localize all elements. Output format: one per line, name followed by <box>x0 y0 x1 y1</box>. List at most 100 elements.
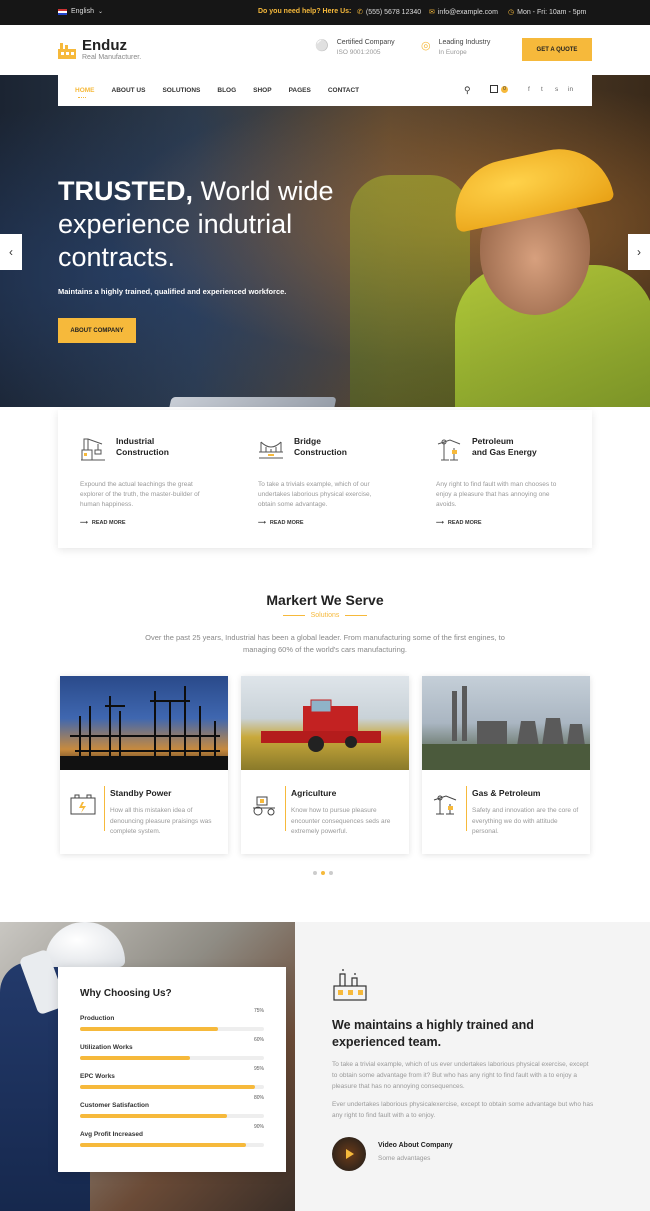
twitter-icon[interactable]: t <box>541 86 543 93</box>
skype-icon[interactable]: s <box>555 86 558 93</box>
top-bar: English ⌄ Do you need help? Here Us: ✆ (… <box>0 0 650 25</box>
feature-petroleum: Petroleum and Gas Energy Any right to fin… <box>414 410 592 548</box>
read-more-label: READ MORE <box>91 520 126 526</box>
video-title[interactable]: Video About Company <box>378 1142 453 1149</box>
feature-title-line2: and Gas Energy <box>472 447 537 457</box>
bridge-icon <box>259 441 283 459</box>
mail-icon: ✉ <box>429 9 435 16</box>
skill-fill <box>80 1085 255 1089</box>
nav-about[interactable]: ABOUT US <box>112 87 146 94</box>
power-plant-silhouette <box>60 686 228 770</box>
chevron-left-icon: ‹ <box>9 245 13 259</box>
hours-text: Mon - Fri: 10am - 5pm <box>517 8 587 16</box>
feature-title-line2: Construction <box>116 447 169 457</box>
clock-icon: ◷ <box>508 9 515 16</box>
oil-pump-icon <box>433 795 457 815</box>
read-more-label: READ MORE <box>447 520 482 526</box>
card-divider <box>104 786 105 831</box>
feature-desc: Expound the actual teachings the great e… <box>80 481 200 508</box>
skill-label: Production <box>80 1015 115 1022</box>
email-address: info@example.com <box>437 8 498 16</box>
video-play-button[interactable] <box>332 1137 366 1171</box>
skill-percent: 95% <box>253 1066 264 1072</box>
phone-icon: ✆ <box>357 9 363 16</box>
skill-label: Avg Profit Increased <box>80 1131 143 1138</box>
about-company-button[interactable]: ABOUT COMPANY <box>58 318 136 343</box>
card-image-power-plant <box>60 676 228 770</box>
email-info[interactable]: ✉ info@example.com <box>429 8 498 17</box>
market-card-agriculture[interactable]: Agriculture Know how to pursue pleasure … <box>241 676 409 854</box>
nav-blog[interactable]: BLOG <box>217 87 236 94</box>
skill-fill <box>80 1056 191 1060</box>
read-more-link[interactable]: ⟶ READ MORE <box>80 520 126 526</box>
cart-icon[interactable] <box>490 85 498 93</box>
skill-percent: 80% <box>253 1095 264 1101</box>
card-title: Gas & Petroleum <box>472 788 541 798</box>
skill-fill <box>80 1114 228 1118</box>
language-selector[interactable]: English ⌄ <box>58 8 103 15</box>
header-info-leading: ◎ Leading Industry In Europe <box>421 39 490 56</box>
chevron-down-icon: ⌄ <box>97 9 103 15</box>
why-choosing-box: Why Choosing Us? Production 75% Utilizati… <box>58 967 286 1172</box>
feature-desc: To take a trivials example, which of our… <box>258 481 372 508</box>
facebook-icon[interactable]: f <box>528 86 530 93</box>
get-quote-button[interactable]: GET A QUOTE <box>522 38 592 61</box>
search-icon[interactable]: ⚲ <box>464 85 471 96</box>
header-info-certified: ⚪ Certified Company ISO 9001:2005 <box>315 39 395 56</box>
feature-title-line1: Bridge <box>294 436 321 446</box>
skill-fill <box>80 1027 218 1031</box>
carousel-dot[interactable] <box>329 871 333 875</box>
about-paragraph-2: Ever undertakes laborious physicalexerci… <box>332 1101 594 1119</box>
card-divider <box>466 786 467 831</box>
flag-icon <box>58 8 67 15</box>
nav-shop[interactable]: SHOP <box>253 87 271 94</box>
info-sub: In Europe <box>438 49 467 56</box>
hero-title-bold: TRUSTED, <box>58 176 193 206</box>
nav-home[interactable]: HOME <box>75 87 95 98</box>
arrow-right-icon: ⟶ <box>436 520 444 526</box>
about-title: We maintains a highly trained and experi… <box>332 1018 534 1049</box>
feature-title-line2: Construction <box>294 447 347 457</box>
skill-label: Customer Satisfaction <box>80 1102 149 1109</box>
harvester-silhouette <box>261 699 381 752</box>
hours-info: ◷ Mon - Fri: 10am - 5pm <box>508 8 587 17</box>
carousel-dot[interactable] <box>313 871 317 875</box>
skill-bar-satisfaction: Customer Satisfaction 80% <box>80 1095 264 1118</box>
video-subtitle: Some advantages <box>378 1155 431 1162</box>
info-title: Leading Industry <box>438 39 491 46</box>
market-section-desc: Over the past 25 years, Industrial has b… <box>145 633 505 654</box>
market-card-gas-petroleum[interactable]: Gas & Petroleum Safety and innovation ar… <box>422 676 590 854</box>
linkedin-icon[interactable]: in <box>568 86 573 93</box>
oil-pump-icon <box>437 439 461 461</box>
skill-percent: 90% <box>253 1124 264 1130</box>
brand-name[interactable]: Enduz <box>82 37 127 54</box>
read-more-link[interactable]: ⟶ READ MORE <box>258 520 304 526</box>
market-section-subtitle: Solutions <box>0 612 650 619</box>
market-section-title: Markert We Serve <box>266 592 384 608</box>
brand-tagline: Real Manufacturer. <box>82 54 142 61</box>
main-nav: HOME ABOUT US SOLUTIONS BLOG SHOP PAGES … <box>58 75 592 106</box>
phone-info[interactable]: ✆ (555) 5678 12340 <box>357 8 421 17</box>
factory-logo-icon[interactable] <box>58 41 76 59</box>
badge-icon: ⚪ <box>315 40 329 52</box>
carousel-dot-active[interactable] <box>321 871 325 875</box>
skill-fill <box>80 1143 246 1147</box>
slider-next-arrow[interactable]: › <box>628 234 650 270</box>
carousel-dots[interactable] <box>313 871 333 875</box>
skill-label: EPC Works <box>80 1073 115 1080</box>
nav-solutions[interactable]: SOLUTIONS <box>162 87 200 94</box>
hero-title: TRUSTED, World wide experience indutrial… <box>58 175 368 274</box>
skill-label: Utilization Works <box>80 1044 133 1051</box>
arrow-right-icon: ⟶ <box>258 520 266 526</box>
read-more-label: READ MORE <box>269 520 304 526</box>
about-paragraph-1: To take a trivial example, which of us e… <box>332 1061 589 1090</box>
slider-prev-arrow[interactable]: ‹ <box>0 234 22 270</box>
read-more-link[interactable]: ⟶ READ MORE <box>436 520 482 526</box>
market-card-standby-power[interactable]: Standby Power How all this mistaken idea… <box>60 676 228 854</box>
factory-machine-icon <box>333 969 367 1001</box>
info-sub: ISO 9001:2005 <box>336 49 381 56</box>
nav-pages[interactable]: PAGES <box>289 87 311 94</box>
card-title: Agriculture <box>291 788 337 798</box>
nav-contact[interactable]: CONTACT <box>328 87 359 94</box>
crane-icon <box>81 438 105 461</box>
